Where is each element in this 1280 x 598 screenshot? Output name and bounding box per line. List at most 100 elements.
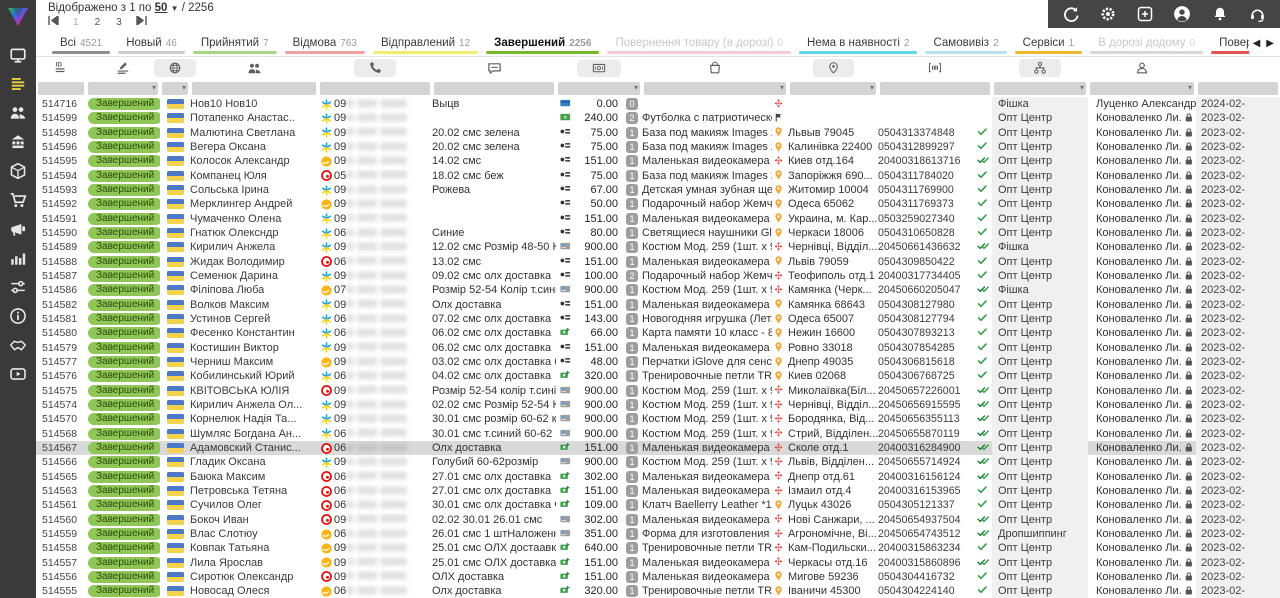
support-icon[interactable] (1249, 6, 1266, 23)
tab-повернення-товару-в-дорозі-[interactable]: Повернення товару (в дорозі)0 (603, 30, 795, 56)
pay-transfer-icon[interactable] (559, 585, 573, 597)
sidebar-item-company[interactable] (0, 127, 36, 156)
sidebar-item-settings-sliders[interactable] (0, 272, 36, 301)
order-row-514560[interactable]: 514560ЗавершенийБокоч Иван090 000 000002… (36, 513, 1280, 527)
status-badge[interactable]: Завершений (88, 370, 160, 382)
status-badge[interactable]: Завершений (88, 155, 160, 167)
status-badge[interactable]: Завершений (88, 198, 160, 210)
page-number-2[interactable]: 2 (95, 17, 101, 28)
filter-input[interactable]: ▾ (644, 82, 786, 95)
column-header-globe-column-icon[interactable] (160, 57, 190, 79)
order-row-514579[interactable]: 514579ЗавершенийКостишин Виктор090 000 0… (36, 341, 1280, 355)
order-row-514567[interactable]: 514567ЗавершенийАдамовский Станис...060 … (36, 441, 1280, 455)
order-row-514580[interactable]: 514580ЗавершенийФесенко Константин060 00… (36, 326, 1280, 340)
column-header-id-column-icon[interactable]: ID (36, 57, 86, 79)
column-header-manager-column-icon[interactable] (1088, 57, 1196, 79)
order-row-514589[interactable]: 514589ЗавершенийКирилич Анжела090 000 00… (36, 240, 1280, 254)
tab-новый[interactable]: Новый46 (114, 30, 189, 56)
status-badge[interactable]: Завершений (88, 428, 160, 440)
order-row-514566[interactable]: 514566ЗавершенийГладик Оксана090 000 000… (36, 455, 1280, 469)
status-badge[interactable]: Завершений (88, 585, 160, 597)
order-row-514592[interactable]: 514592ЗавершенийМерклингер Андрей090 000… (36, 197, 1280, 211)
filter-input[interactable]: ▾ (790, 82, 876, 95)
tab-завершений[interactable]: Завершений2256 (482, 30, 603, 56)
filter-dropdown-icon[interactable]: ▾ (780, 83, 784, 92)
order-row-514590[interactable]: 514590ЗавершенийГнатюк Олексндр060 000 0… (36, 226, 1280, 240)
order-row-514568[interactable]: 514568ЗавершенийШумляс Богдана Ан...060 … (36, 427, 1280, 441)
notifications-icon[interactable] (1212, 6, 1228, 22)
pay-cod-icon[interactable] (559, 342, 573, 354)
status-badge[interactable]: Завершений (88, 485, 160, 497)
tab-відмова[interactable]: Відмова763 (281, 30, 369, 56)
status-badge[interactable]: Завершений (88, 170, 160, 182)
per-page-select[interactable]: 50 (155, 2, 168, 14)
status-badge[interactable]: Завершений (88, 127, 160, 139)
sidebar-item-orders-list[interactable] (0, 69, 36, 98)
filter-input[interactable]: ▾ (88, 82, 158, 95)
pay-cod-icon[interactable] (559, 213, 573, 225)
order-row-514575[interactable]: 514575ЗавершенийКВІТОВСЬКА ЮЛІЯ090 000 0… (36, 384, 1280, 398)
sidebar-item-statistics[interactable] (0, 243, 36, 272)
tab-самовивіз[interactable]: Самовивіз2 (921, 30, 1010, 56)
pay-transfer-icon[interactable] (559, 542, 573, 554)
status-badge[interactable]: Завершений (88, 313, 160, 325)
sidebar-item-info[interactable] (0, 301, 36, 330)
add-order-icon[interactable] (1137, 6, 1153, 22)
column-header-ttn-column-icon[interactable] (878, 57, 992, 79)
order-row-514556[interactable]: 514556ЗавершенийСиротюк Олександр090 000… (36, 570, 1280, 584)
pay-cod-icon[interactable] (559, 299, 573, 311)
pay-card-icon[interactable] (559, 528, 573, 540)
status-badge[interactable]: Завершений (88, 399, 160, 411)
status-badge[interactable]: Завершений (88, 528, 160, 540)
column-header-source-column-icon[interactable] (992, 57, 1088, 79)
filter-input[interactable]: ▾ (1090, 82, 1194, 95)
sidebar-item-products[interactable] (0, 156, 36, 185)
status-badge[interactable]: Завершений (88, 327, 160, 339)
order-row-514588[interactable]: 514588ЗавершенийЖидак Володимир060 000 0… (36, 255, 1280, 269)
filter-dropdown-icon[interactable]: ▾ (634, 83, 638, 92)
order-row-514594[interactable]: 514594ЗавершенийКомпанец Юля050 000 0000… (36, 169, 1280, 183)
order-row-514596[interactable]: 514596ЗавершенийВегера Оксана090 000 000… (36, 140, 1280, 154)
status-badge[interactable]: Завершений (88, 471, 160, 483)
filter-input[interactable] (192, 82, 316, 95)
order-row-514558[interactable]: 514558ЗавершенийКовпак Татьяна090 000 00… (36, 541, 1280, 555)
order-row-514555[interactable]: 514555ЗавершенийНовосад Олеся060 000 000… (36, 584, 1280, 598)
order-row-514587[interactable]: 514587ЗавершенийСеменюк Дарина090 000 00… (36, 269, 1280, 283)
order-row-514574[interactable]: 514574ЗавершенийКирилич Анжела Ол...090 … (36, 398, 1280, 412)
chevron-down-icon[interactable]: ▼ (171, 4, 179, 13)
sidebar-item-partners-handshake[interactable] (0, 330, 36, 359)
pay-cod-icon[interactable] (559, 227, 573, 239)
status-badge[interactable]: Завершений (88, 356, 160, 368)
pay-cash-icon[interactable] (559, 112, 573, 124)
filter-dropdown-icon[interactable]: ▾ (182, 83, 186, 92)
pay-transfer-icon[interactable] (559, 557, 573, 569)
column-header-clients-column-icon[interactable] (190, 57, 318, 79)
status-badge[interactable]: Завершений (88, 299, 160, 311)
filter-dropdown-icon[interactable]: ▾ (152, 83, 156, 92)
column-header-date[interactable] (1196, 57, 1280, 79)
pay-transfer-icon[interactable] (559, 442, 573, 454)
status-badge[interactable]: Завершений (88, 413, 160, 425)
status-badge[interactable]: Завершений (88, 227, 160, 239)
sidebar-item-purchases-cart[interactable] (0, 185, 36, 214)
order-row-514576[interactable]: 514576ЗавершенийКобилинський Юрий060 000… (36, 369, 1280, 383)
status-badge[interactable]: Завершений (88, 112, 160, 124)
pay-card-icon[interactable] (559, 413, 573, 425)
pay-cod-icon[interactable] (559, 127, 573, 139)
pay-transfer-icon[interactable] (559, 485, 573, 497)
pay-transfer-icon[interactable] (559, 571, 573, 583)
tab-в-дорозі-додому[interactable]: В дорозі додому0 (1086, 30, 1207, 56)
filter-input[interactable] (1198, 82, 1278, 95)
status-badge[interactable]: Завершений (88, 499, 160, 511)
column-header-comment-column-icon[interactable] (432, 57, 556, 79)
order-row-514557[interactable]: 514557ЗавершенийЛила Ярослав090 000 0000… (36, 556, 1280, 570)
order-row-514599[interactable]: 514599ЗавершенийПотапенко Анастас..090 0… (36, 111, 1280, 125)
pay-card-icon[interactable] (559, 284, 573, 296)
sidebar-item-customers[interactable] (0, 98, 36, 127)
column-header-payment-column-icon[interactable] (556, 57, 642, 79)
pay-transfer-icon[interactable] (559, 327, 573, 339)
status-badge[interactable]: Завершений (88, 284, 160, 296)
tab-сервіси[interactable]: Сервіси1 (1011, 30, 1087, 56)
pay-card-icon[interactable] (559, 399, 573, 411)
sidebar-item-dashboard-monitor[interactable] (0, 40, 36, 69)
